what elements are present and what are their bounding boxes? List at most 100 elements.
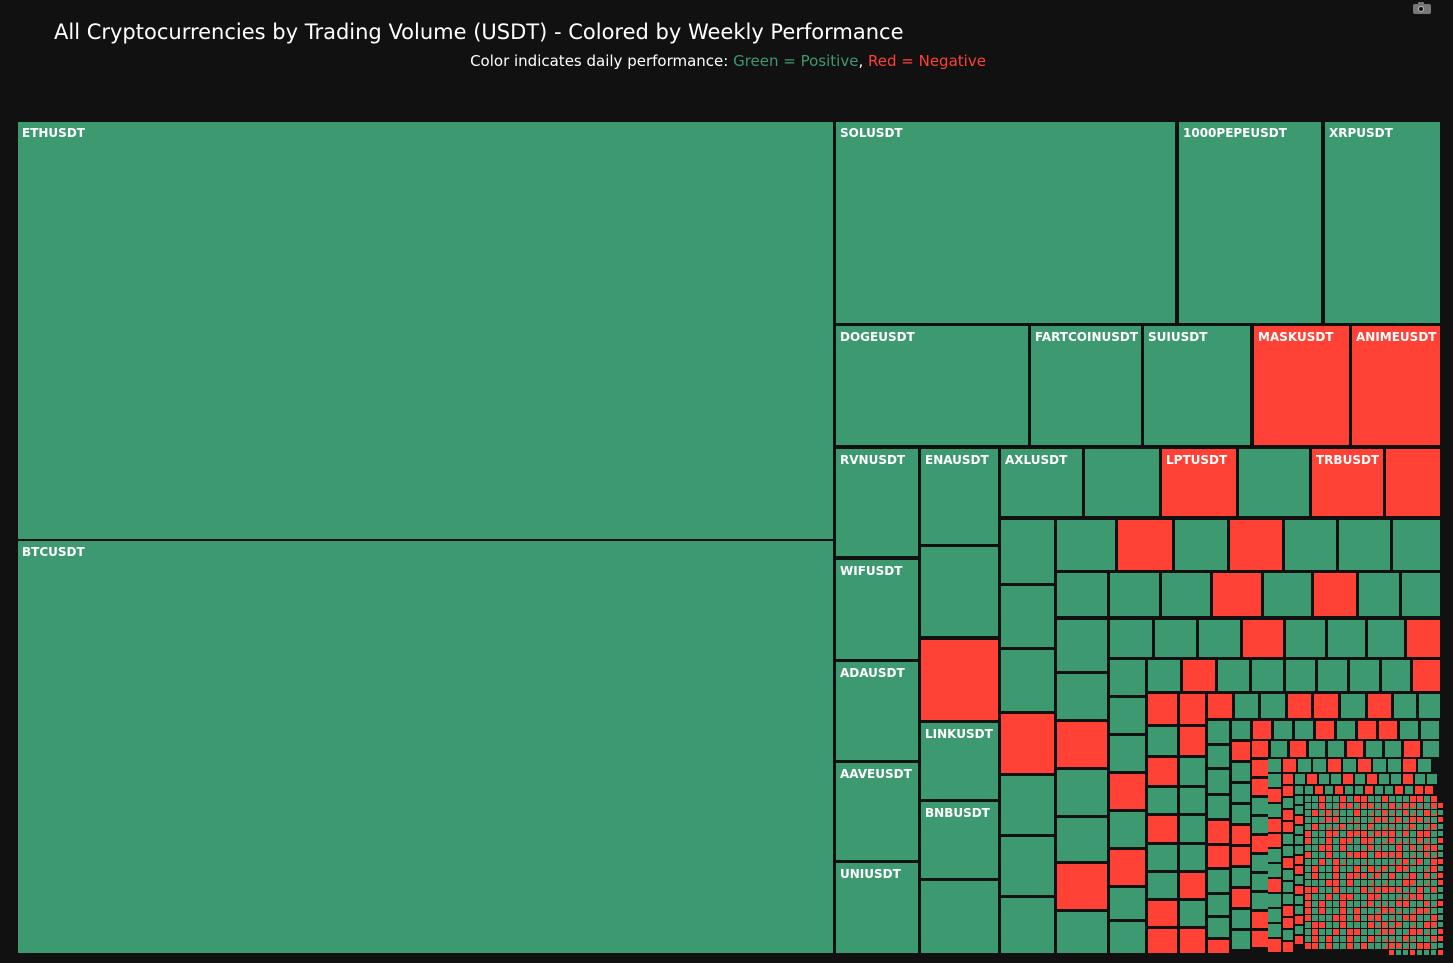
tile-unlabeled-741[interactable] [1382,852,1387,857]
tile-enausdt[interactable]: ENAUSDT [921,449,998,544]
tile-unlabeled-670[interactable] [1354,803,1359,808]
tile-unlabeled-75[interactable] [1180,901,1205,926]
tile-unlabeled-468[interactable] [1340,887,1346,893]
tile-unlabeled-123[interactable] [1366,741,1382,757]
tile-unlabeled-696[interactable] [1361,894,1366,899]
tile-unlabeled-928[interactable] [1438,936,1443,941]
tile-unlabeled-672[interactable] [1354,817,1359,822]
tile-unlabeled-81[interactable] [1288,694,1311,718]
tile-unlabeled-684[interactable] [1361,810,1366,815]
tile-unlabeled-124[interactable] [1385,741,1401,757]
tile-unlabeled-857[interactable] [1417,901,1422,906]
tile-unlabeled-782[interactable] [1396,838,1401,843]
tile-unlabeled-746[interactable] [1382,887,1387,892]
tile-unlabeled-567[interactable] [1368,922,1374,928]
tile-unlabeled-96[interactable] [1208,940,1229,953]
tile-unlabeled-776[interactable] [1389,950,1394,955]
tile-unlabeled-845[interactable] [1417,817,1422,822]
tile-unlabeled-93[interactable] [1208,870,1229,892]
tile-unlabeled-142[interactable] [1343,759,1356,772]
tile-unlabeled-888[interactable] [1431,810,1436,815]
tile-unlabeled-775[interactable] [1389,943,1394,948]
tile-unlabeled-331[interactable] [1312,838,1318,844]
tile-unlabeled-76[interactable] [1148,929,1177,953]
tile-unlabeled-130[interactable] [1252,817,1268,833]
tile-unlabeled-848[interactable] [1417,838,1422,843]
tile-unlabeled-170[interactable] [1403,774,1413,784]
tile-unlabeled-730[interactable] [1375,908,1380,913]
tile-unlabeled-91[interactable] [1208,821,1229,843]
tile-unlabeled-873[interactable] [1424,859,1429,864]
tile-unlabeled-69[interactable] [1180,816,1205,842]
tile-unlabeled-694[interactable] [1361,880,1366,885]
tile-unlabeled-698[interactable] [1368,803,1373,808]
tile-unlabeled-925[interactable] [1438,915,1443,920]
tile-unlabeled-821[interactable] [1410,803,1415,808]
tile-unlabeled-104[interactable] [1379,721,1397,739]
tile-unlabeled-855[interactable] [1417,887,1422,892]
tile-unlabeled-0[interactable] [1085,449,1159,516]
tile-unlabeled-598[interactable] [1319,936,1325,942]
tile-unlabeled-719[interactable] [1375,831,1380,836]
tile-unlabeled-920[interactable] [1438,880,1443,885]
tile-unlabeled-545[interactable] [1347,915,1353,921]
tile-unlabeled-805[interactable] [1403,845,1408,850]
tile-unlabeled-687[interactable] [1361,831,1366,836]
tile-unlabeled-921[interactable] [1438,887,1443,892]
tile-unlabeled-446[interactable] [1319,880,1325,886]
tile-unlabeled-561[interactable] [1326,922,1332,928]
tile-unlabeled-866[interactable] [1424,810,1429,815]
tile-unlabeled-671[interactable] [1354,810,1359,815]
tile-unlabeled-622[interactable] [1354,943,1360,949]
tile-unlabeled-757[interactable] [1389,817,1394,822]
tile-unlabeled-800[interactable] [1403,810,1408,815]
tile-unlabeled-636[interactable] [1319,810,1324,815]
tile-unlabeled-525[interactable] [1340,908,1346,914]
tile-unlabeled-12[interactable] [1001,898,1054,953]
tile-unlabeled-65[interactable] [1180,758,1205,785]
tile-unlabeled-214[interactable] [1295,926,1303,934]
tile-unlabeled-411[interactable] [1340,866,1346,872]
tile-unlabeled-6[interactable] [1001,520,1054,583]
tile-unlabeled-506[interactable] [1340,901,1346,907]
tile-unlabeled-544[interactable] [1340,915,1346,921]
tile-unlabeled-907[interactable] [1431,943,1436,948]
tile-unlabeled-795[interactable] [1396,929,1401,934]
tile-unlabeled-786[interactable] [1396,866,1401,871]
tile-unlabeled-110[interactable] [1232,805,1250,823]
tile-unlabeled-115[interactable] [1232,910,1250,928]
tile-unlabeled-23[interactable] [1213,573,1261,616]
tile-unlabeled-213[interactable] [1295,916,1303,924]
tile-unlabeled-523[interactable] [1326,908,1332,914]
tile-unlabeled-726[interactable] [1375,880,1380,885]
tile-unlabeled-750[interactable] [1382,915,1387,920]
tile-unlabeled-293[interactable] [1312,824,1318,830]
tile-unlabeled-152[interactable] [1268,834,1281,847]
tile-unlabeled-447[interactable] [1326,880,1332,886]
tile-unlabeled-469[interactable] [1347,887,1353,893]
tile-unlabeled-683[interactable] [1361,803,1366,808]
tile-unlabeled-862[interactable] [1417,936,1422,941]
tile-unlabeled-17[interactable] [1285,520,1336,570]
tile-unlabeled-211[interactable] [1295,896,1303,904]
tile-unlabeled-697[interactable] [1361,901,1366,906]
tile-unlabeled-856[interactable] [1417,894,1422,899]
tile-unlabeled-580[interactable] [1326,929,1332,935]
tile-unlabeled-112[interactable] [1232,847,1250,865]
tile-unlabeled-923[interactable] [1438,901,1443,906]
tile-unlabeled-254[interactable] [1305,810,1311,816]
tile-unlabeled-151[interactable] [1268,819,1281,832]
tile-unlabeled-668[interactable] [1347,866,1352,871]
tile-unlabeled-176[interactable] [1283,822,1293,832]
tile-unlabeled-103[interactable] [1358,721,1376,739]
tile-unlabeled-154[interactable] [1268,864,1281,877]
tile-unlabeled-804[interactable] [1403,838,1408,843]
tile-unlabeled-201[interactable] [1295,796,1303,804]
tile-unlabeled-793[interactable] [1396,915,1401,920]
tile-unlabeled-772[interactable] [1389,922,1394,927]
tile-unlabeled-410[interactable] [1333,866,1339,872]
tile-unlabeled-842[interactable] [1410,950,1415,955]
tile-unlabeled-199[interactable] [1415,786,1423,794]
tile-unlabeled-753[interactable] [1382,936,1387,941]
tile-unlabeled-18[interactable] [1339,520,1390,570]
